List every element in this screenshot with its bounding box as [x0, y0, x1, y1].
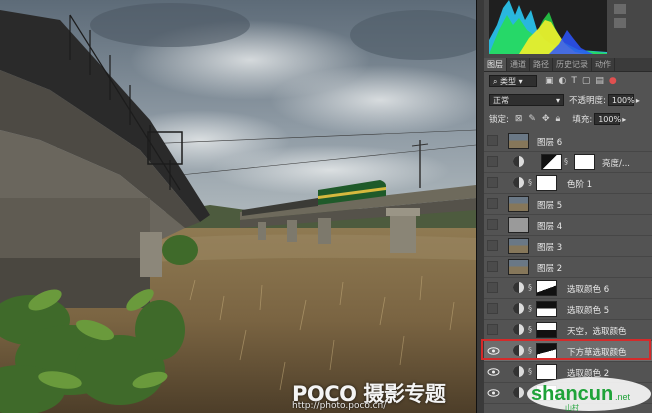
layer-name[interactable]: 选取颜色 5 — [567, 304, 609, 316]
layer-name[interactable]: 天空，选取颜色 — [567, 325, 627, 337]
shancun-watermark-badge: shancun .net 山村 — [527, 377, 651, 412]
lock-fill-row: 锁定: ⊠ ✎ ✥ 🔒︎ 填充: 100% ▸ — [484, 111, 652, 127]
chain-link-icon[interactable]: § — [528, 325, 532, 334]
layer-thumbnail — [541, 154, 562, 170]
visibility-toggle[interactable] — [487, 156, 498, 167]
layer-thumbnail — [508, 238, 529, 254]
badge-suffix: .net — [615, 392, 631, 402]
layer-mask-thumbnail — [536, 175, 557, 191]
chain-link-icon[interactable]: § — [528, 283, 532, 292]
layer-thumbnail — [508, 133, 529, 149]
filter-toggle-icon[interactable]: ● — [609, 76, 617, 86]
layer-thumbnail — [508, 259, 529, 275]
adjustment-filter-icon[interactable]: ◐ — [559, 76, 567, 86]
layer-name[interactable]: 图层 5 — [537, 199, 562, 211]
visibility-toggle[interactable] — [487, 240, 498, 251]
layer-name[interactable]: 图层 3 — [537, 241, 562, 253]
lock-move-icon[interactable]: ✥ — [542, 114, 550, 124]
blend-opacity-row: 正常 ▾ 不透明度: 100% ▸ — [484, 92, 652, 108]
layer-row[interactable]: 图层 6 — [484, 131, 652, 152]
adjustment-icon — [513, 303, 524, 314]
layer-row[interactable]: § 天空，选取颜色 — [484, 320, 652, 341]
shape-filter-icon[interactable]: ▢ — [582, 76, 591, 86]
layer-row[interactable]: 图层 5 — [484, 194, 652, 215]
histogram-side-icons — [612, 2, 648, 57]
layer-mask-thumbnail — [536, 280, 557, 296]
layer-name[interactable]: 图层 6 — [537, 136, 562, 148]
badge-brand: shancun — [531, 383, 613, 405]
layer-filter-dropdown[interactable]: ⌕ 类型 ▾ — [489, 75, 537, 87]
tab-actions[interactable]: 动作 — [592, 58, 615, 71]
document-canvas[interactable]: POCO 摄影专题 http://photo.poco.cn/ — [0, 0, 476, 413]
layer-row[interactable]: 图层 3 — [484, 236, 652, 257]
histogram-graph — [489, 0, 607, 54]
opacity-input[interactable]: 100% — [607, 94, 635, 106]
adjustment-icon — [513, 177, 524, 188]
lock-label: 锁定: — [489, 115, 509, 125]
layer-row[interactable]: § 亮度/... — [484, 152, 652, 173]
lock-brush-icon[interactable]: ✎ — [528, 114, 536, 124]
layer-name[interactable]: 色阶 1 — [567, 178, 592, 190]
layer-row[interactable]: § 选取颜色 5 — [484, 299, 652, 320]
fill-arrow-icon[interactable]: ▸ — [622, 115, 626, 124]
visibility-toggle[interactable] — [487, 198, 498, 209]
layer-name[interactable]: 图层 4 — [537, 220, 562, 232]
adjustment-icon — [513, 324, 524, 335]
visibility-toggle[interactable] — [487, 261, 498, 272]
chevron-down-icon: ▾ — [555, 96, 560, 105]
layer-row[interactable]: § 色阶 1 — [484, 173, 652, 194]
smart-filter-icon[interactable]: ▤ — [595, 76, 604, 86]
visibility-toggle[interactable] — [487, 219, 498, 230]
visibility-toggle[interactable] — [487, 324, 498, 335]
opacity-label: 不透明度: — [569, 96, 606, 106]
visibility-toggle[interactable] — [487, 282, 498, 293]
adjustment-icon — [513, 282, 524, 293]
adjustment-icon — [513, 156, 524, 167]
layer-name[interactable]: 亮度/... — [602, 157, 630, 169]
chain-link-icon[interactable]: § — [528, 304, 532, 313]
layer-row[interactable]: 图层 4 — [484, 215, 652, 236]
layer-thumbnail — [508, 196, 529, 212]
tab-paths[interactable]: 路径 — [530, 58, 553, 71]
tab-layers[interactable]: 图层 — [484, 58, 507, 71]
layer-name[interactable]: 图层 2 — [537, 262, 562, 274]
layer-mask-thumbnail — [574, 154, 595, 170]
photo-railway-bridge — [0, 0, 476, 413]
lock-icons: ⊠ ✎ ✥ 🔒︎ — [515, 114, 560, 124]
watermark-url: http://photo.poco.cn/ — [292, 401, 387, 411]
highlight-box — [481, 339, 651, 360]
layer-name[interactable]: 选取颜色 6 — [567, 283, 609, 295]
visibility-toggle[interactable] — [487, 177, 498, 188]
visibility-toggle[interactable] — [487, 303, 498, 314]
panel-tabs: 图层 通道 路径 历史记录 动作 — [484, 58, 652, 72]
type-filter-icon[interactable]: T — [571, 76, 577, 86]
layers-list: 图层 6 § 亮度/... § 色阶 1 图层 5 图层 4 图层 3 图层 2… — [484, 131, 652, 404]
fill-label: 填充: — [572, 115, 593, 125]
lock-all-icon[interactable]: 🔒︎ — [556, 114, 561, 124]
blend-mode-dropdown[interactable]: 正常 ▾ — [489, 94, 564, 106]
histogram-curve — [489, 0, 607, 54]
tab-channels[interactable]: 通道 — [507, 58, 530, 71]
layer-thumbnail — [508, 217, 529, 233]
chain-link-icon[interactable]: § — [528, 178, 532, 187]
opacity-arrow-icon[interactable]: ▸ — [636, 96, 640, 105]
filter-icons: ▣ ◐ T ▢ ▤ ● — [545, 76, 617, 86]
search-icon: ⌕ — [493, 77, 501, 86]
eye-icon[interactable] — [487, 387, 500, 399]
layer-row[interactable]: 图层 2 — [484, 257, 652, 278]
eye-icon[interactable] — [487, 366, 500, 378]
chain-link-icon[interactable]: § — [564, 157, 568, 166]
layer-filter-row: ⌕ 类型 ▾ ▣ ◐ T ▢ ▤ ● — [484, 73, 652, 89]
visibility-toggle[interactable] — [487, 135, 498, 146]
histogram-panel — [484, 0, 652, 58]
layer-mask-thumbnail — [536, 301, 557, 317]
pixel-filter-icon[interactable]: ▣ — [545, 76, 554, 86]
badge-subtitle: 山村 — [565, 403, 579, 412]
fill-input[interactable]: 100% — [594, 113, 621, 125]
layer-mask-thumbnail — [536, 322, 557, 338]
lock-transparent-icon[interactable]: ⊠ — [515, 114, 523, 124]
panel-icons — [614, 4, 626, 28]
tab-history[interactable]: 历史记录 — [553, 58, 592, 71]
layer-row[interactable]: § 选取颜色 6 — [484, 278, 652, 299]
